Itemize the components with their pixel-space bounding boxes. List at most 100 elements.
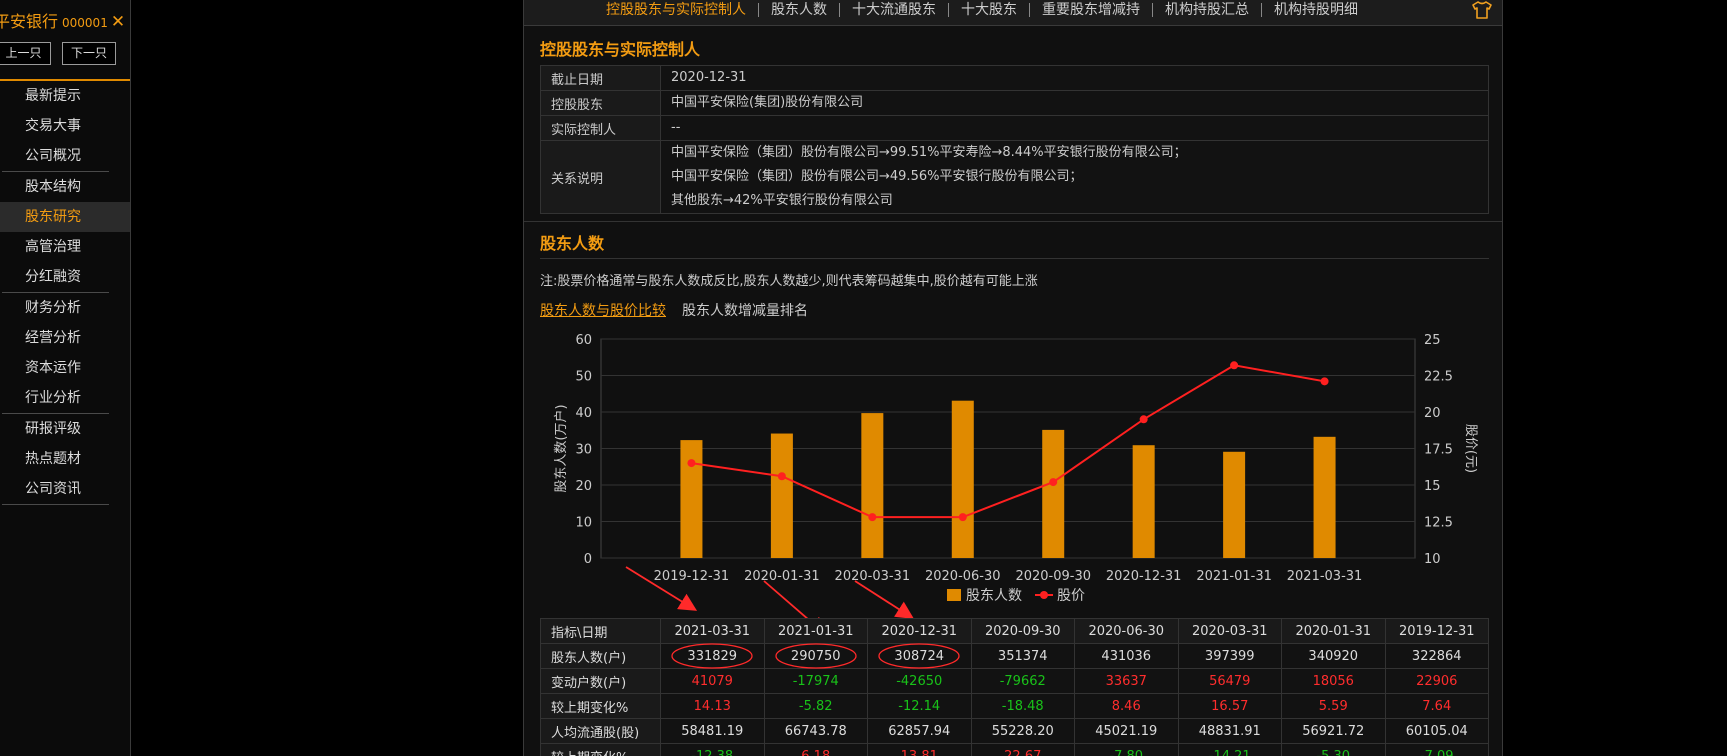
y-right-tick-label: 15 — [1424, 479, 1441, 494]
stats-cell-value: 62857.94 — [888, 723, 951, 739]
stats-cell: 431036 — [1074, 643, 1179, 669]
stats-cell-value: 33637 — [1105, 673, 1147, 689]
top-nav-tab[interactable]: 机构持股明细 — [1261, 3, 1370, 17]
stats-date-header[interactable]: 2021-01-31 — [763, 618, 868, 644]
stats-cell: 41079 — [660, 668, 765, 694]
sidebar-item[interactable]: 高管治理 — [0, 232, 130, 262]
stats-cell-value: 18056 — [1312, 673, 1354, 689]
sidebar-group: 最新提示 交易大事 公司概况 — [2, 81, 109, 172]
stats-date-header[interactable]: 2020-01-31 — [1281, 618, 1386, 644]
sidebar-item[interactable]: 经营分析 — [0, 323, 130, 353]
y-tick-label: 40 — [575, 406, 592, 421]
holders-subtab[interactable]: 股东人数增减量排名 — [682, 303, 808, 319]
stats-cell: 5.59 — [1281, 693, 1386, 719]
sidebar-group: 研报评级 热点题材 公司资讯 — [2, 414, 109, 505]
section-divider — [524, 221, 1502, 222]
stats-cell: 56921.72 — [1281, 718, 1386, 744]
legend-bar-swatch[interactable] — [947, 589, 961, 601]
control-table: 截止日期 2020-12-31 控股股东 中国平安保险(集团)股份有限公司 实际控制人 -… — [540, 65, 1489, 214]
stats-cell: 18056 — [1281, 668, 1386, 694]
stats-row-label: 变动户数(户) — [540, 668, 661, 694]
x-tick-label: 2020-09-30 — [1015, 569, 1091, 584]
stats-cell: 397399 — [1177, 643, 1282, 669]
sidebar-item[interactable]: 热点题材 — [0, 444, 130, 474]
stats-cell-value: 58481.19 — [681, 723, 744, 739]
stats-date-header[interactable]: 2019-12-31 — [1384, 618, 1489, 644]
stats-row-label: 较上期变化% — [540, 743, 661, 756]
control-row-value: -- — [660, 115, 1489, 141]
stats-date-header[interactable]: 2021-03-31 — [660, 618, 765, 644]
stats-cell-value: 14.13 — [693, 698, 731, 714]
stats-cell-value: 340920 — [1308, 648, 1359, 664]
sidebar-item[interactable]: 公司概况 — [0, 141, 130, 171]
sidebar-item[interactable]: 财务分析 — [0, 293, 130, 323]
top-nav-tab[interactable]: 机构持股汇总 — [1152, 3, 1261, 17]
top-nav-tab[interactable]: 股东人数 — [758, 3, 839, 17]
stats-cell: -12.38 — [660, 743, 765, 756]
stats-cell-value: 322864 — [1411, 648, 1462, 664]
stats-cell-value: 290750 — [775, 643, 857, 669]
holders-note: 注:股票价格通常与股东人数成反比,股东人数越少,则代表筹码越集中,股价越有可能上… — [540, 274, 1038, 289]
stats-cell-value: 351374 — [997, 648, 1048, 664]
stats-cell-value: -12.38 — [691, 748, 734, 756]
y-axis-title: 股东人数(万户) — [553, 404, 569, 492]
annotation-circle — [671, 643, 753, 669]
stats-cell-value: 56479 — [1209, 673, 1251, 689]
stats-date-header[interactable]: 2020-06-30 — [1074, 618, 1179, 644]
main-panel: 控股股东与实际控制人 股东人数 十大流通股东 十大股东 重要股东增减持 机构持股汇总 机构持… — [523, 0, 1503, 756]
prev-stock-button[interactable]: 上一只 — [0, 42, 51, 65]
control-row-label: 控股股东 — [540, 90, 661, 116]
stats-cell-value: 60105.04 — [1405, 723, 1468, 739]
sidebar-item[interactable]: 分红融资 — [0, 262, 130, 292]
top-nav-tabs: 控股股东与实际控制人 股东人数 十大流通股东 十大股东 重要股东增减持 机构持股汇总 机构持… — [606, 0, 1370, 26]
stats-cell-value: -14.21 — [1208, 748, 1251, 756]
stats-cell: -17974 — [763, 668, 868, 694]
close-icon[interactable]: ✕ — [111, 12, 125, 32]
sidebar-item[interactable]: 交易大事 — [0, 111, 130, 141]
holders-subtabs: 股东人数与股价比较 股东人数增减量排名 — [540, 300, 824, 320]
stats-cell-value: -42650 — [896, 673, 943, 689]
price-point — [777, 472, 786, 481]
stats-header-row: 指标\日期 2021-03-31 2021-01-31 2020-12-31 2020-… — [540, 618, 1489, 644]
shirt-icon[interactable] — [1472, 1, 1492, 24]
top-nav-tab[interactable]: 十大流通股东 — [839, 3, 948, 17]
holders-subtab[interactable]: 股东人数与股价比较 — [540, 303, 666, 319]
sidebar-item[interactable]: 最新提示 — [0, 81, 130, 111]
next-stock-button[interactable]: 下一只 — [62, 42, 116, 65]
legend-label[interactable]: 股东人数 — [966, 588, 1022, 604]
stats-cell-value: -5.82 — [798, 698, 833, 714]
stats-row: 人均流通股(股) 58481.19 66743.78 62857.94 55228.20… — [540, 718, 1489, 744]
legend-label[interactable]: 股价 — [1057, 588, 1085, 604]
stats-row-label: 股东人数(户) — [540, 643, 661, 669]
stats-cell: -14.21 — [1177, 743, 1282, 756]
stats-row-label: 人均流通股(股) — [540, 718, 661, 744]
control-row: 实际控制人 -- — [540, 115, 1489, 141]
top-nav-tab[interactable]: 十大股东 — [948, 3, 1029, 17]
holders-title-underline — [540, 258, 1489, 259]
stats-cell: 22906 — [1384, 668, 1489, 694]
top-nav-tab[interactable]: 重要股东增减持 — [1029, 3, 1152, 17]
stats-date-header[interactable]: 2020-12-31 — [867, 618, 972, 644]
y-right-tick-label: 20 — [1424, 406, 1441, 421]
sidebar-item[interactable]: 公司资讯 — [0, 474, 130, 504]
sidebar-item[interactable]: 行业分析 — [0, 383, 130, 413]
stats-cell: -7.09 — [1384, 743, 1489, 756]
sidebar-item[interactable]: 研报评级 — [0, 414, 130, 444]
top-nav-tab[interactable]: 控股股东与实际控制人 — [606, 3, 758, 17]
stock-code: 000001 — [62, 16, 108, 30]
sidebar-item[interactable]: 资本运作 — [0, 353, 130, 383]
bar-holders — [951, 400, 974, 558]
y-tick-label: 60 — [575, 333, 592, 348]
stats-cell: 45021.19 — [1074, 718, 1179, 744]
stats-date-header[interactable]: 2020-09-30 — [970, 618, 1075, 644]
sidebar-item[interactable]: 股东研究 — [0, 202, 130, 232]
stats-cell-value: 5.59 — [1318, 698, 1348, 714]
holders-stats-table: 指标\日期 2021-03-31 2021-01-31 2020-12-31 2020-… — [540, 618, 1489, 756]
stats-cell: 58481.19 — [660, 718, 765, 744]
stats-cell: 48831.91 — [1177, 718, 1282, 744]
stats-cell: 16.57 — [1177, 693, 1282, 719]
stats-cell: 308724 — [867, 643, 972, 669]
sidebar-item[interactable]: 股本结构 — [0, 172, 130, 202]
sidebar-group: 财务分析 经营分析 资本运作 行业分析 — [2, 293, 109, 414]
stats-date-header[interactable]: 2020-03-31 — [1177, 618, 1282, 644]
